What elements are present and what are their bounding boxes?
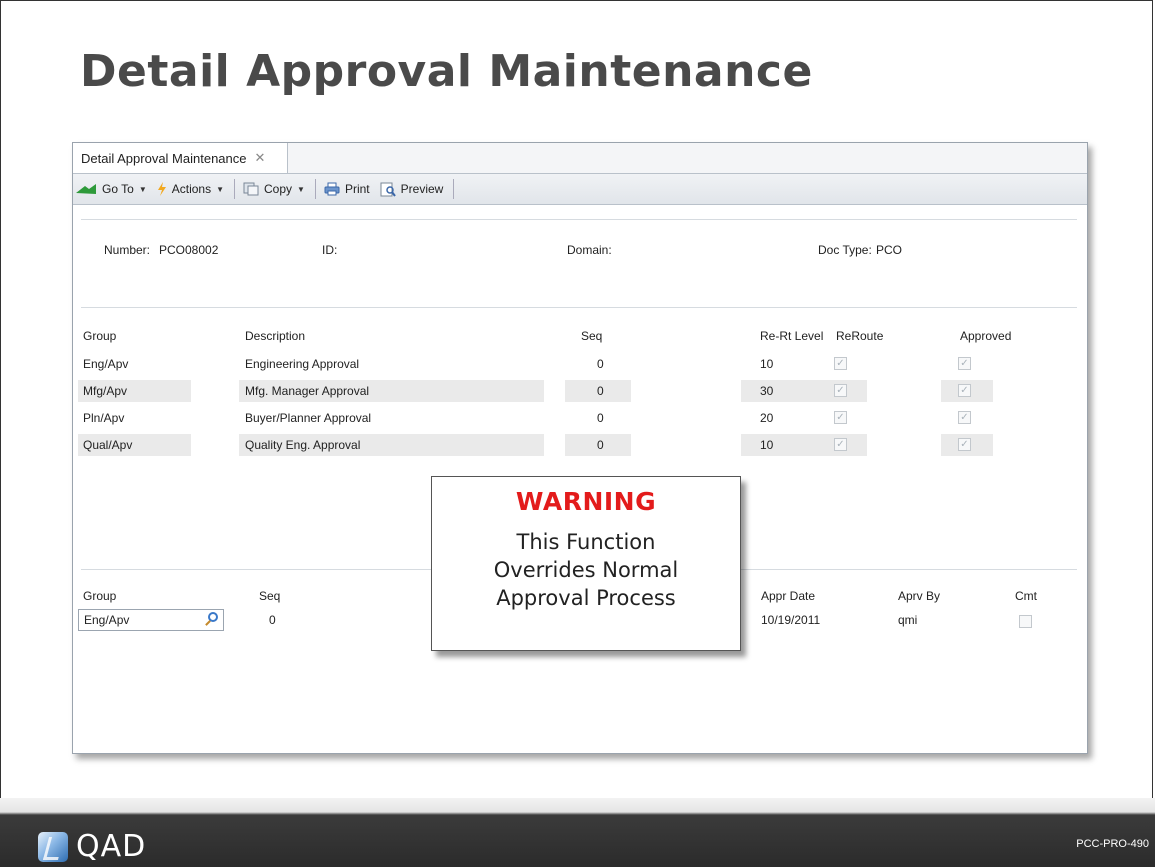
- cell-group: Eng/Apv: [83, 357, 129, 371]
- cell-description: Engineering Approval: [245, 357, 360, 371]
- cell-rert: 10: [760, 357, 774, 371]
- aprv-by-label: Aprv By: [898, 589, 941, 603]
- col-seq: Seq: [581, 329, 603, 343]
- lightning-icon: [157, 182, 166, 196]
- goto-button[interactable]: Go To ▼: [75, 182, 147, 196]
- cell-seq: 0: [597, 438, 604, 452]
- chevron-down-icon: ▼: [138, 184, 147, 194]
- toolbar-separator: [314, 179, 316, 199]
- detail-group-label: Group: [83, 589, 117, 603]
- cell-seq: 0: [597, 411, 604, 425]
- approved-checkbox[interactable]: ✓: [958, 357, 971, 370]
- slide-title: Detail Approval Maintenance: [80, 46, 813, 97]
- toolbar-separator: [234, 179, 236, 199]
- app-window: Detail Approval Maintenance ✕ Go To ▼ Act…: [72, 142, 1088, 754]
- approved-checkbox[interactable]: ✓: [958, 438, 971, 451]
- print-button[interactable]: Print: [324, 182, 370, 196]
- toolbar-separator: [453, 179, 455, 199]
- cell-rert: 20: [760, 411, 774, 425]
- cell-group: Pln/Apv: [83, 411, 125, 425]
- cell-rert: 30: [760, 384, 774, 398]
- cell-description: Mfg. Manager Approval: [245, 384, 370, 398]
- chevron-down-icon: ▼: [216, 184, 225, 194]
- cell-seq: 0: [597, 357, 604, 371]
- tab-label: Detail Approval Maintenance: [81, 150, 247, 166]
- qad-logo: QAD: [38, 829, 146, 864]
- cmt-checkbox[interactable]: [1019, 615, 1032, 628]
- tab-strip: Detail Approval Maintenance ✕: [73, 143, 1087, 174]
- doctype-value: PCO: [876, 243, 903, 257]
- col-description: Description: [245, 329, 306, 343]
- goto-arrow-icon: [76, 184, 96, 194]
- search-icon[interactable]: [208, 612, 218, 622]
- slide-footer: [0, 798, 1155, 867]
- chevron-down-icon: ▼: [297, 184, 305, 194]
- warning-title: WARNING: [515, 487, 657, 516]
- number-value: PCO08002: [159, 243, 219, 257]
- cell-rert: 10: [760, 438, 774, 452]
- toolbar: Go To ▼ Actions ▼ Copy ▼ Print Preview: [73, 174, 1087, 205]
- approved-checkbox[interactable]: ✓: [958, 411, 971, 424]
- cell-group: Mfg/Apv: [83, 384, 128, 398]
- col-reroute: ReRoute: [836, 329, 884, 343]
- reroute-checkbox[interactable]: ✓: [834, 411, 847, 424]
- domain-label: Domain:: [567, 243, 612, 257]
- copy-button[interactable]: Copy ▼: [243, 182, 305, 196]
- cell-group: Qual/Apv: [83, 438, 133, 452]
- actions-button[interactable]: Actions ▼: [157, 182, 224, 196]
- appr-date-value: 10/19/2011: [761, 613, 821, 627]
- col-approved: Approved: [960, 329, 1012, 343]
- copy-icon: [243, 182, 259, 196]
- cmt-label: Cmt: [1015, 589, 1037, 603]
- divider: [81, 219, 1077, 220]
- reroute-checkbox[interactable]: ✓: [834, 384, 847, 397]
- preview-button[interactable]: Preview: [380, 182, 443, 197]
- detail-seq-value: 0: [269, 613, 276, 627]
- number-label: Number:: [104, 243, 151, 257]
- id-label: ID:: [322, 243, 338, 257]
- appr-date-label: Appr Date: [761, 589, 816, 603]
- col-group: Group: [83, 329, 117, 343]
- reroute-checkbox[interactable]: ✓: [834, 357, 847, 370]
- close-icon[interactable]: ✕: [255, 150, 266, 166]
- logo-text: QAD: [76, 829, 147, 864]
- slide-code: PCC-PRO-490: [1076, 838, 1149, 850]
- cell-description: Quality Eng. Approval: [245, 438, 361, 452]
- divider: [81, 307, 1077, 308]
- doctype-label: Doc Type:: [818, 243, 872, 257]
- cell-description: Buyer/Planner Approval: [245, 411, 372, 425]
- warning-text: This Function Overrides Normal Approval …: [493, 530, 679, 610]
- qad-logo-icon: [38, 831, 68, 862]
- aprv-by-value: qmi: [898, 613, 918, 627]
- printer-icon: [324, 182, 340, 196]
- approved-checkbox[interactable]: ✓: [958, 384, 971, 397]
- detail-seq-label: Seq: [259, 589, 281, 603]
- cell-seq: 0: [597, 384, 604, 398]
- col-rert-level: Re-Rt Level: [760, 329, 824, 343]
- preview-icon: [380, 182, 396, 197]
- tab-detail-approval[interactable]: Detail Approval Maintenance ✕: [73, 143, 288, 173]
- group-lookup-input[interactable]: Eng/Apv: [78, 609, 224, 631]
- warning-callout: WARNING This Function Overrides Normal A…: [431, 476, 741, 651]
- reroute-checkbox[interactable]: ✓: [834, 438, 847, 451]
